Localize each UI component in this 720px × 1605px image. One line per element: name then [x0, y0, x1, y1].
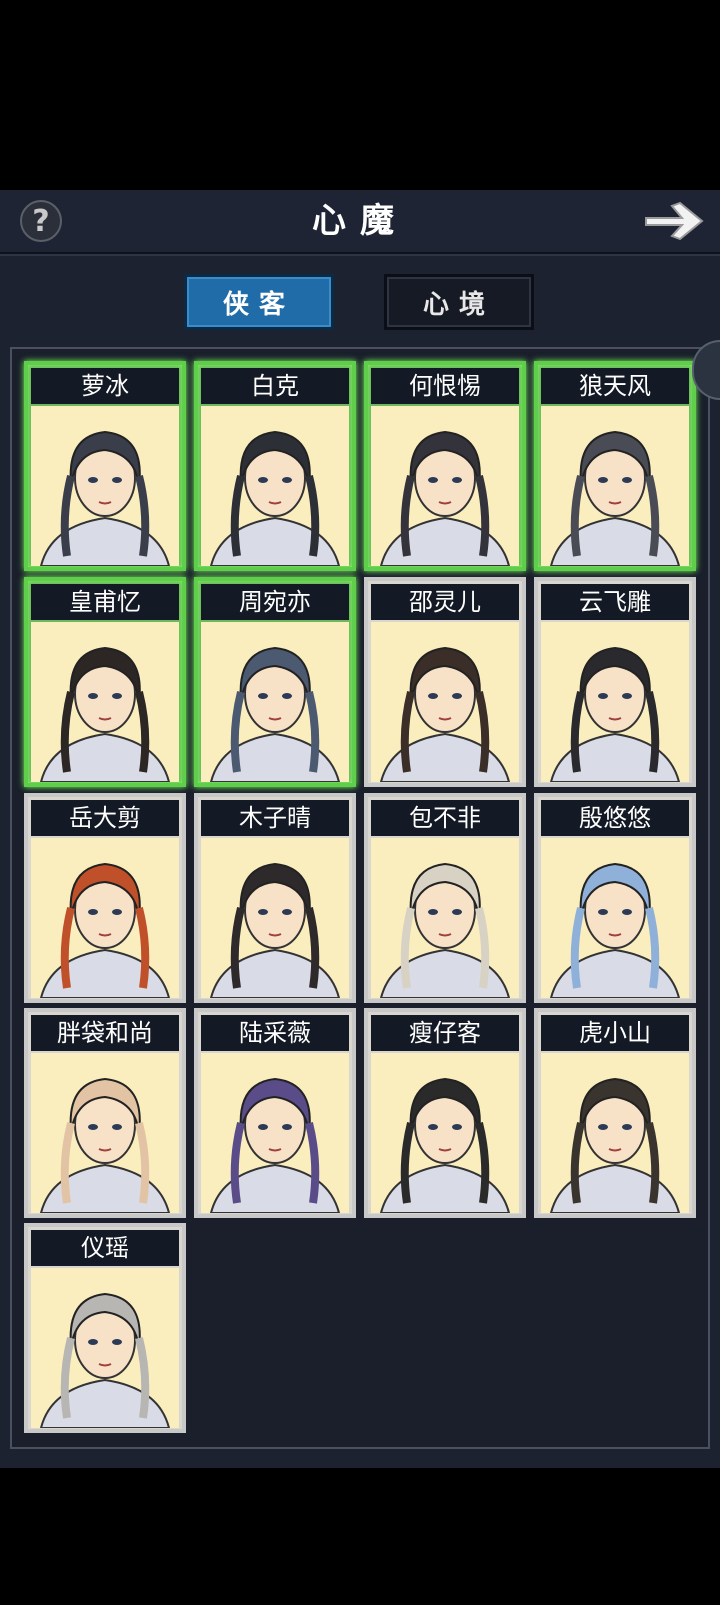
character-portrait: [371, 622, 519, 782]
inner-demon-panel: ? 心魔 侠客 心境 萝冰 白克 何恨惕 狼天风皇甫忆 周宛亦 邵灵儿 云飞雕岳大剪 木子晴包…: [0, 190, 720, 1468]
character-portrait: [31, 1053, 179, 1213]
character-name: 瘦仔客: [371, 1015, 519, 1051]
status-area: [0, 0, 720, 190]
character-portrait: [201, 406, 349, 566]
character-portrait: [371, 838, 519, 998]
character-name: 岳大剪: [31, 800, 179, 836]
character-card[interactable]: 邵灵儿: [364, 577, 526, 787]
page-title: 心魔: [312, 201, 408, 241]
character-name: 皇甫忆: [31, 584, 179, 620]
character-card[interactable]: 包不非: [364, 793, 526, 1003]
character-card[interactable]: 皇甫忆: [24, 577, 186, 787]
character-portrait: [201, 838, 349, 998]
character-card[interactable]: 木子晴: [194, 793, 356, 1003]
character-name: 仪瑶: [31, 1230, 179, 1266]
character-name: 周宛亦: [201, 584, 349, 620]
character-portrait: [31, 1268, 179, 1428]
character-portrait: [541, 622, 689, 782]
character-portrait: [541, 1053, 689, 1213]
tab-heroes-label: 侠客: [222, 289, 295, 320]
character-card[interactable]: 萝冰: [24, 361, 186, 571]
nav-area: [0, 1468, 720, 1605]
character-card[interactable]: 何恨惕: [364, 361, 526, 571]
character-portrait: [371, 1053, 519, 1213]
character-card[interactable]: 白克: [194, 361, 356, 571]
arrow-right-icon: [645, 201, 704, 241]
character-card[interactable]: 狼天风: [534, 361, 696, 571]
character-name: 陆采薇: [201, 1015, 349, 1051]
character-card[interactable]: 周宛亦: [194, 577, 356, 787]
tab-bar: 侠客 心境: [0, 274, 720, 330]
character-name: 木子晴: [201, 800, 349, 836]
character-portrait: [31, 838, 179, 998]
character-name: 虎小山: [541, 1015, 689, 1051]
character-name: 胖袋和尚: [31, 1015, 179, 1051]
character-portrait: [201, 1053, 349, 1213]
character-card[interactable]: 虎小山: [534, 1008, 696, 1218]
character-name: 邵灵儿: [371, 584, 519, 620]
next-button[interactable]: [642, 198, 708, 244]
tab-heroes[interactable]: 侠客: [184, 274, 334, 330]
header-bar: ? 心魔: [0, 190, 720, 254]
character-name: 包不非: [371, 800, 519, 836]
tab-mindset-label: 心境: [422, 289, 495, 320]
character-card[interactable]: 仪瑶: [24, 1223, 186, 1433]
tab-mindset[interactable]: 心境: [384, 274, 534, 330]
character-name: 狼天风: [541, 368, 689, 404]
character-name: 云飞雕: [541, 584, 689, 620]
character-portrait: [371, 406, 519, 566]
character-portrait: [31, 622, 179, 782]
character-portrait: [541, 838, 689, 998]
character-name: 何恨惕: [371, 368, 519, 404]
character-name: 白克: [201, 368, 349, 404]
character-portrait: [31, 406, 179, 566]
character-grid: 萝冰 白克 何恨惕 狼天风皇甫忆 周宛亦 邵灵儿 云飞雕岳大剪 木子晴 包不非 殷悠悠胖袋和尚 陆采…: [10, 347, 710, 1449]
character-card[interactable]: 云飞雕: [534, 577, 696, 787]
character-portrait: [541, 406, 689, 566]
character-card[interactable]: 陆采薇: [194, 1008, 356, 1218]
character-card[interactable]: 岳大剪: [24, 793, 186, 1003]
character-card[interactable]: 瘦仔客: [364, 1008, 526, 1218]
character-card[interactable]: 殷悠悠: [534, 793, 696, 1003]
character-name: 萝冰: [31, 368, 179, 404]
character-portrait: [201, 622, 349, 782]
character-name: 殷悠悠: [541, 800, 689, 836]
character-card[interactable]: 胖袋和尚: [24, 1008, 186, 1218]
